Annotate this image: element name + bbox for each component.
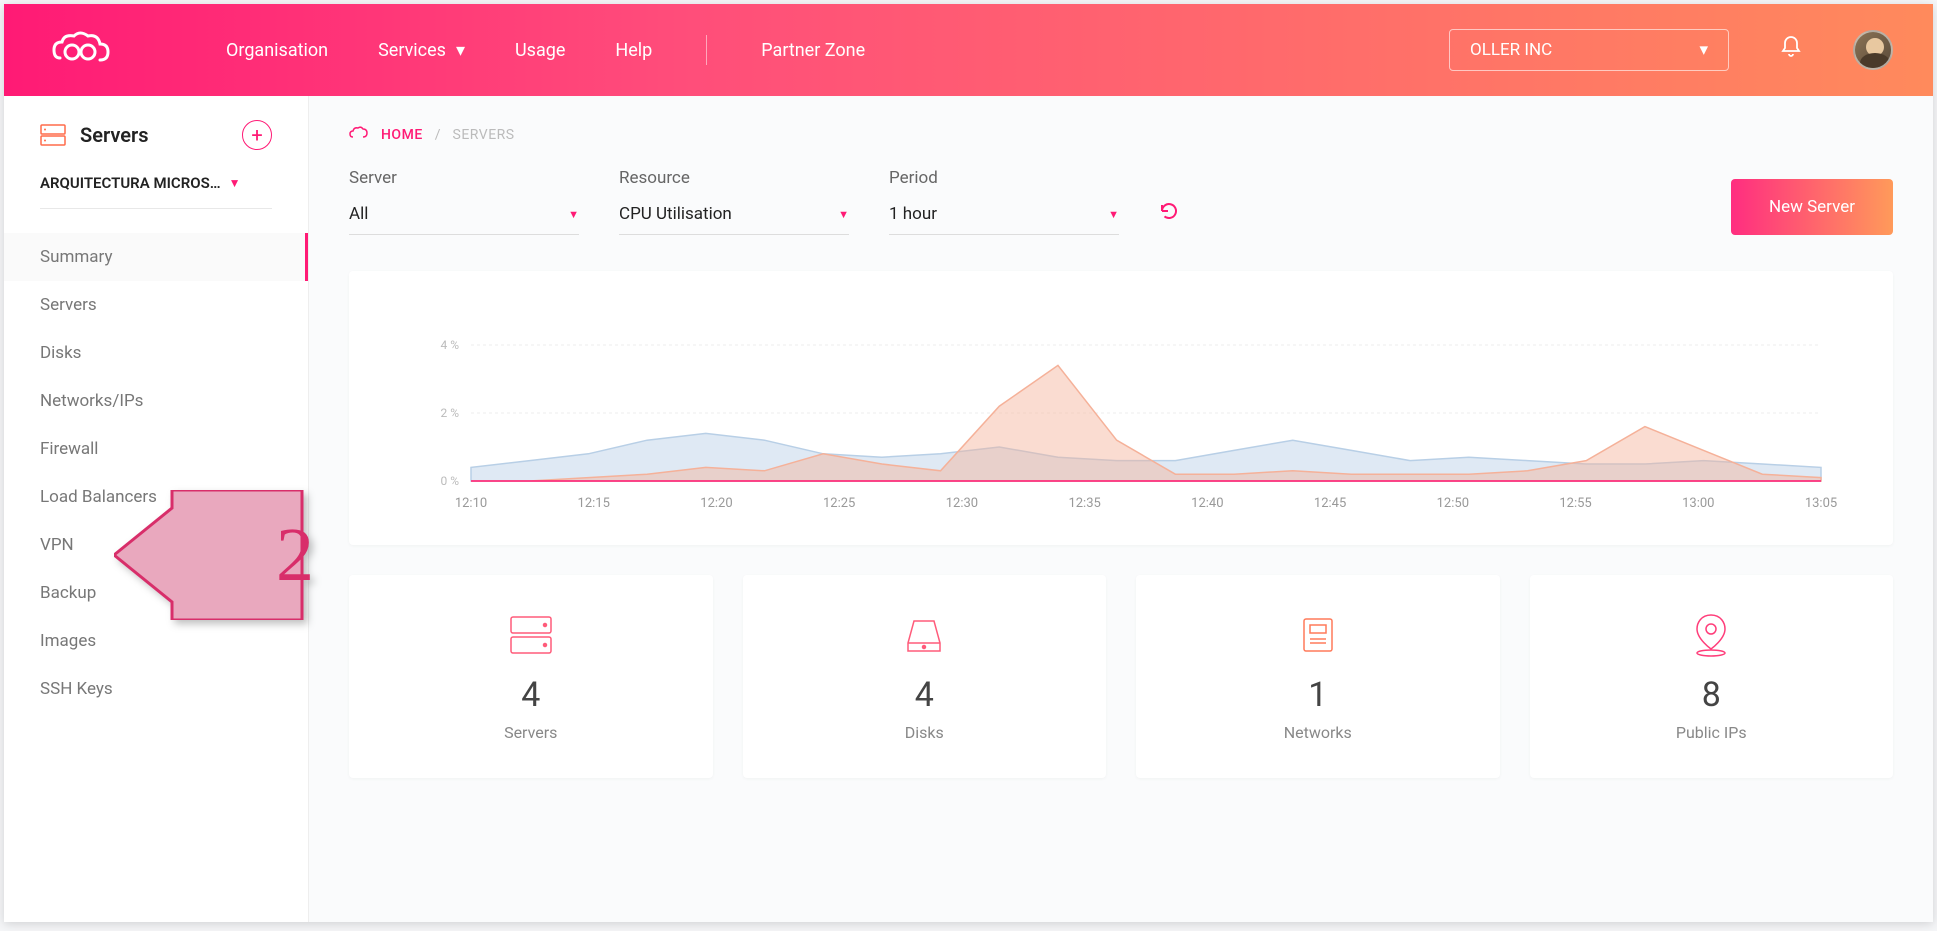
svg-text:4 %: 4 % [440, 338, 459, 352]
svg-text:12:30: 12:30 [946, 496, 978, 511]
filter-value: All [349, 204, 368, 224]
filter-server-select[interactable]: All ▼ [349, 204, 579, 235]
caret-down-icon: ▾ [456, 40, 465, 61]
caret-down-icon: ▼ [1108, 208, 1119, 221]
nav-label: Help [615, 40, 652, 61]
stat-value: 4 [369, 675, 693, 715]
svg-text:12:45: 12:45 [1314, 496, 1346, 511]
stat-value: 4 [763, 675, 1087, 715]
filter-value: CPU Utilisation [619, 204, 732, 224]
svg-text:12:55: 12:55 [1559, 496, 1591, 511]
svg-text:12:40: 12:40 [1191, 496, 1223, 511]
caret-down-icon: ▼ [229, 176, 241, 190]
svg-text:13:00: 13:00 [1682, 496, 1714, 511]
breadcrumb-current: SERVERS [453, 127, 515, 143]
filter-resource-select[interactable]: CPU Utilisation ▼ [619, 204, 849, 235]
stat-label: Networks [1156, 723, 1480, 742]
breadcrumb-sep: / [435, 127, 441, 143]
stat-label: Disks [763, 723, 1087, 742]
add-button[interactable]: + [242, 120, 272, 150]
sidebar-org-select[interactable]: ARQUITECTURA MICROS… ▼ [4, 174, 308, 208]
chart-card: 0 % 2 % 4 % 12:10 12:15 12:20 12:25 12:30 12:35 1… [349, 271, 1893, 545]
sidebar-menu: SummaryServersDisksNetworks/IPsFirewallL… [4, 233, 308, 713]
sidebar-title: Servers [80, 123, 148, 147]
nav-partner-zone[interactable]: Partner Zone [761, 35, 865, 65]
nav-label: Services [378, 40, 446, 61]
breadcrumb-home[interactable]: HOME [381, 127, 423, 143]
stat-disks[interactable]: 4 Disks [743, 575, 1107, 778]
topbar: Organisation Services ▾ Usage Help Partne… [4, 4, 1933, 96]
nav-label: Usage [515, 40, 565, 61]
breadcrumb: HOME / SERVERS [349, 126, 1893, 144]
sidebar-item-firewall[interactable]: Firewall [4, 425, 308, 473]
top-nav: Organisation Services ▾ Usage Help Partne… [226, 35, 865, 65]
filter-resource-label: Resource [619, 168, 849, 188]
svg-text:12:50: 12:50 [1437, 496, 1469, 511]
svg-text:2 %: 2 % [440, 406, 459, 420]
stat-label: Public IPs [1550, 723, 1874, 742]
svg-text:13:05: 13:05 [1805, 496, 1837, 511]
sidebar-item-ssh-keys[interactable]: SSH Keys [4, 665, 308, 713]
svg-text:0 %: 0 % [440, 474, 459, 488]
sidebar-item-images[interactable]: Images [4, 617, 308, 665]
sidebar-item-disks[interactable]: Disks [4, 329, 308, 377]
disks-icon [763, 611, 1087, 659]
filter-server-label: Server [349, 168, 579, 188]
nav-label: Partner Zone [761, 40, 865, 61]
nav-services[interactable]: Services ▾ [378, 35, 465, 65]
svg-text:12:35: 12:35 [1068, 496, 1100, 511]
servers-icon [40, 124, 66, 146]
divider [40, 208, 272, 209]
org-selected: OLLER INC [1470, 40, 1552, 60]
sidebar-org-label: ARQUITECTURA MICROS… [40, 174, 221, 192]
filter-controls: Server All ▼ Resource CPU Utilisation ▼ … [349, 168, 1893, 235]
caret-down-icon: ▼ [838, 208, 849, 221]
stat-servers[interactable]: 4 Servers [349, 575, 713, 778]
servers-icon [369, 611, 693, 659]
sidebar-item-networks-ips[interactable]: Networks/IPs [4, 377, 308, 425]
svg-text:12:20: 12:20 [700, 496, 732, 511]
nav-help[interactable]: Help [615, 35, 652, 65]
nav-usage[interactable]: Usage [515, 35, 565, 65]
brand-logo[interactable] [44, 30, 116, 70]
svg-text:12:15: 12:15 [578, 496, 610, 511]
svg-text:12:10: 12:10 [455, 496, 487, 511]
org-dropdown[interactable]: OLLER INC ▾ [1449, 29, 1729, 71]
refresh-button[interactable] [1159, 201, 1179, 225]
sidebar-item-summary[interactable]: Summary [4, 233, 308, 281]
stat-value: 8 [1550, 675, 1874, 715]
stat-label: Servers [369, 723, 693, 742]
annotation-number: 2 [230, 490, 360, 620]
stats-row: 4 Servers 4 Disks 1 Networks 8 Public IPs [349, 575, 1893, 778]
caret-down-icon: ▾ [1699, 40, 1708, 60]
publicips-icon [1550, 611, 1874, 659]
stat-value: 1 [1156, 675, 1480, 715]
nav-label: Organisation [226, 40, 328, 61]
cpu-chart: 0 % 2 % 4 % 12:10 12:15 12:20 12:25 12:30 12:35 1… [389, 301, 1853, 521]
avatar[interactable] [1853, 30, 1893, 70]
nav-organisation[interactable]: Organisation [226, 35, 328, 65]
cloud-icon [349, 126, 369, 144]
networks-icon [1156, 611, 1480, 659]
sidebar-item-servers[interactable]: Servers [4, 281, 308, 329]
caret-down-icon: ▼ [568, 208, 579, 221]
svg-text:12:25: 12:25 [823, 496, 855, 511]
stat-networks[interactable]: 1 Networks [1136, 575, 1500, 778]
stat-public-ips[interactable]: 8 Public IPs [1530, 575, 1894, 778]
notifications-icon[interactable] [1779, 35, 1803, 65]
filter-period-label: Period [889, 168, 1119, 188]
filter-period-select[interactable]: 1 hour ▼ [889, 204, 1119, 235]
main-content: HOME / SERVERS Server All ▼ Resource CPU… [309, 96, 1933, 922]
nav-divider [706, 35, 707, 65]
filter-value: 1 hour [889, 204, 937, 224]
new-server-button[interactable]: New Server [1731, 179, 1893, 235]
